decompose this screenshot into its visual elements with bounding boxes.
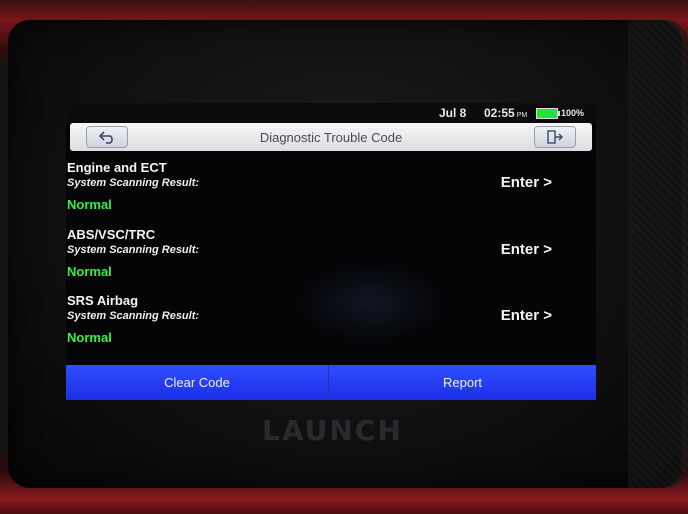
page-title: Diagnostic Trouble Code: [259, 130, 403, 145]
system-row-abs: ABS/VSC/TRC System Scanning Result: Norm…: [66, 227, 596, 293]
status-bar: Jul 8 02:55 PM 100%: [66, 103, 596, 123]
system-subtitle: System Scanning Result:: [67, 310, 200, 322]
action-bar: Clear Code Report: [66, 365, 596, 400]
enter-button[interactable]: Enter >: [501, 174, 552, 191]
status-ampm: PM: [516, 112, 528, 119]
system-name: ABS/VSC/TRC: [67, 227, 156, 242]
system-row-engine: Engine and ECT System Scanning Result: N…: [66, 160, 596, 226]
brand-logo: LAUNCH: [262, 414, 403, 447]
system-status: Normal: [67, 330, 112, 345]
battery-icon: [536, 108, 560, 119]
system-subtitle: System Scanning Result:: [67, 177, 200, 189]
status-time: 02:55 PM: [484, 106, 527, 120]
system-status: Normal: [67, 264, 112, 279]
status-date: Jul 8: [439, 106, 467, 120]
title-bar: Diagnostic Trouble Code: [70, 123, 592, 151]
system-name: SRS Airbag: [67, 293, 139, 308]
system-subtitle: System Scanning Result:: [67, 244, 200, 256]
clear-code-button[interactable]: Clear Code: [66, 365, 329, 400]
exit-door-icon: [547, 130, 563, 144]
device-casing: LAUNCH Jul 8 02:55 PM 100% Diagnostic Tro…: [0, 0, 688, 514]
system-name: Engine and ECT: [67, 160, 167, 175]
device-screen: Jul 8 02:55 PM 100% Diagnostic Trouble Co…: [66, 103, 596, 400]
status-clock: 02:55: [484, 106, 515, 120]
exit-button[interactable]: [534, 126, 576, 148]
system-row-srs: SRS Airbag System Scanning Result: Norma…: [66, 293, 596, 359]
enter-button[interactable]: Enter >: [501, 241, 552, 258]
carbon-fiber-trim: [628, 20, 688, 488]
enter-button[interactable]: Enter >: [501, 307, 552, 324]
system-status: Normal: [67, 197, 112, 212]
report-button[interactable]: Report: [329, 365, 596, 400]
battery-percent: 100%: [561, 108, 585, 118]
